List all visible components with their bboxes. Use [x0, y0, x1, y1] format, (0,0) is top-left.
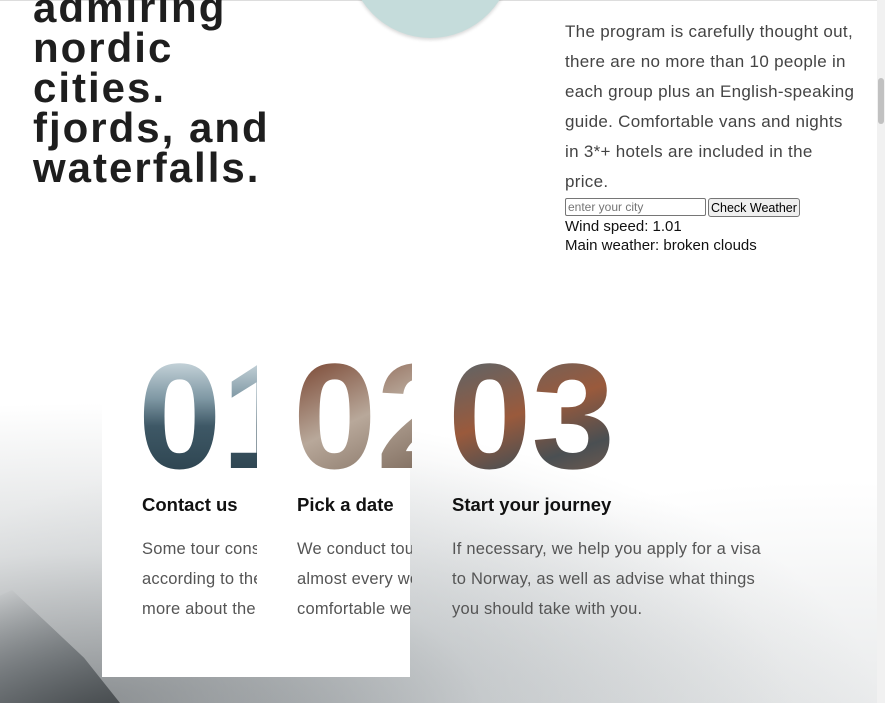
step-title: Start your journey: [452, 494, 612, 515]
wind-speed: Wind speed: 1.01: [565, 218, 682, 235]
step-number-image: 01: [142, 360, 257, 470]
step-text: We conduct tours throughout the year, al…: [297, 540, 412, 618]
step-title: Contact us: [142, 494, 238, 515]
step-start-journey: 03 Start your journey If necessary, we h…: [452, 360, 772, 624]
step-text: If necessary, we help you apply for a vi…: [452, 540, 761, 618]
step-contact: 01 Contact us Some tour consultants will…: [142, 360, 257, 624]
hero-headline: admiring nordic cities. fjords, and wate…: [33, 0, 270, 191]
step-title: Pick a date: [297, 494, 394, 515]
city-input[interactable]: [565, 198, 706, 216]
step-number-image: 02: [297, 360, 412, 470]
headline-line: cities.: [33, 64, 167, 111]
headline-line: nordic: [33, 24, 174, 71]
check-weather-button[interactable]: Check Weather: [708, 198, 800, 217]
scrollbar-thumb[interactable]: [878, 78, 884, 124]
step-text: Some tour consultants will guide you acc…: [142, 540, 257, 618]
headline-line: fjords, and: [33, 104, 270, 151]
main-weather: Main weather: broken clouds: [565, 237, 757, 254]
decorative-circle: [348, 0, 513, 38]
step-number-image: 03: [452, 360, 615, 470]
hero-intro: The program is carefully thought out, th…: [565, 22, 855, 191]
step-pick-date: 02 Pick a date We conduct tours througho…: [297, 360, 412, 624]
scrollbar[interactable]: [877, 0, 885, 703]
weather-widget: Check Weather Wind speed: 1.01 Main weat…: [565, 198, 800, 255]
headline-line: waterfalls.: [33, 144, 261, 191]
